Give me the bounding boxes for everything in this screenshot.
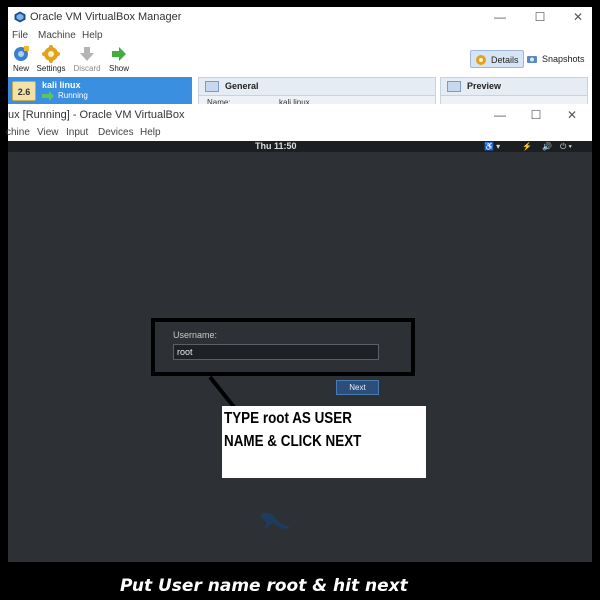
discard-button[interactable]: Discard [70, 44, 104, 76]
virtualbox-app-icon [14, 11, 26, 23]
details-icon [476, 55, 486, 65]
menu-help[interactable]: Help [140, 127, 161, 138]
snapshots-icon [527, 56, 537, 63]
vm-maximize-button[interactable]: ☐ [526, 107, 546, 123]
kali-dragon-logo [260, 512, 290, 529]
minimize-button[interactable]: — [490, 9, 510, 25]
general-panel-header[interactable]: General [199, 78, 435, 96]
menu-view[interactable]: View [37, 127, 59, 138]
snapshots-mode-button[interactable]: Snapshots [522, 50, 589, 68]
vm-close-button[interactable]: ✕ [562, 107, 582, 123]
bottom-caption: Put User name root & hit next [120, 576, 408, 596]
network-icon[interactable]: ⚡ [522, 141, 532, 152]
vm-list-item-kali-linux[interactable]: 2.6 kali linux Running [8, 77, 192, 105]
instruction-callout: TYPE root AS USER NAME & CLICK NEXT [222, 406, 426, 478]
menu-help[interactable]: Help [82, 30, 103, 41]
menu-file[interactable]: File [12, 30, 28, 41]
os-badge: 2.6 [12, 81, 36, 101]
settings-button[interactable]: Settings [34, 44, 68, 76]
volume-icon[interactable]: 🔊 [542, 141, 552, 152]
manager-toolbar: New Settings Discard Show Details Snapsh… [8, 44, 592, 76]
manager-title: Oracle VM VirtualBox Manager [30, 11, 182, 23]
vm-name: kali linux [42, 80, 81, 90]
show-icon [112, 47, 126, 61]
vm-minimize-button[interactable]: — [490, 107, 510, 123]
menu-machine[interactable]: Machine [38, 30, 76, 41]
highlight-box [151, 318, 415, 376]
new-icon [14, 46, 29, 61]
new-button[interactable]: New [4, 44, 38, 76]
maximize-button[interactable]: ☐ [530, 9, 550, 25]
menu-machine[interactable]: chine [6, 127, 30, 138]
menu-input[interactable]: Input [66, 127, 88, 138]
monitor-icon [205, 81, 219, 92]
monitor-icon [447, 81, 461, 92]
preview-panel-header[interactable]: Preview [441, 78, 587, 96]
show-button[interactable]: Show [102, 44, 136, 76]
callout-line-2: NAME & CLICK NEXT [224, 433, 362, 450]
gnome-top-bar: Thu 11:50 ♿ ▾ ⚡ 🔊 ⏻ ▾ [8, 141, 592, 152]
callout-line-1: TYPE root AS USER [224, 410, 352, 427]
running-arrow-icon [42, 91, 54, 101]
close-button[interactable]: ✕ [568, 9, 588, 25]
next-button[interactable]: Next [336, 380, 379, 395]
accessibility-icon[interactable]: ♿ ▾ [484, 141, 500, 152]
clock[interactable]: Thu 11:50 [255, 141, 297, 152]
manager-menubar: File Machine Help [8, 28, 592, 44]
settings-icon [42, 45, 60, 63]
vm-window-title: ux [Running] - Oracle VM VirtualBox [8, 109, 185, 121]
vm-state: Running [58, 91, 88, 100]
menu-devices[interactable]: Devices [98, 127, 134, 138]
vm-menubar: chine View Input Devices Help [6, 125, 592, 141]
manager-titlebar[interactable]: Oracle VM VirtualBox Manager — ☐ ✕ [8, 7, 592, 28]
power-menu-icon[interactable]: ⏻ ▾ [560, 141, 572, 152]
discard-icon [80, 47, 94, 61]
vm-titlebar[interactable]: ux [Running] - Oracle VM VirtualBox — ☐ … [8, 104, 592, 125]
details-mode-button[interactable]: Details [470, 50, 524, 68]
